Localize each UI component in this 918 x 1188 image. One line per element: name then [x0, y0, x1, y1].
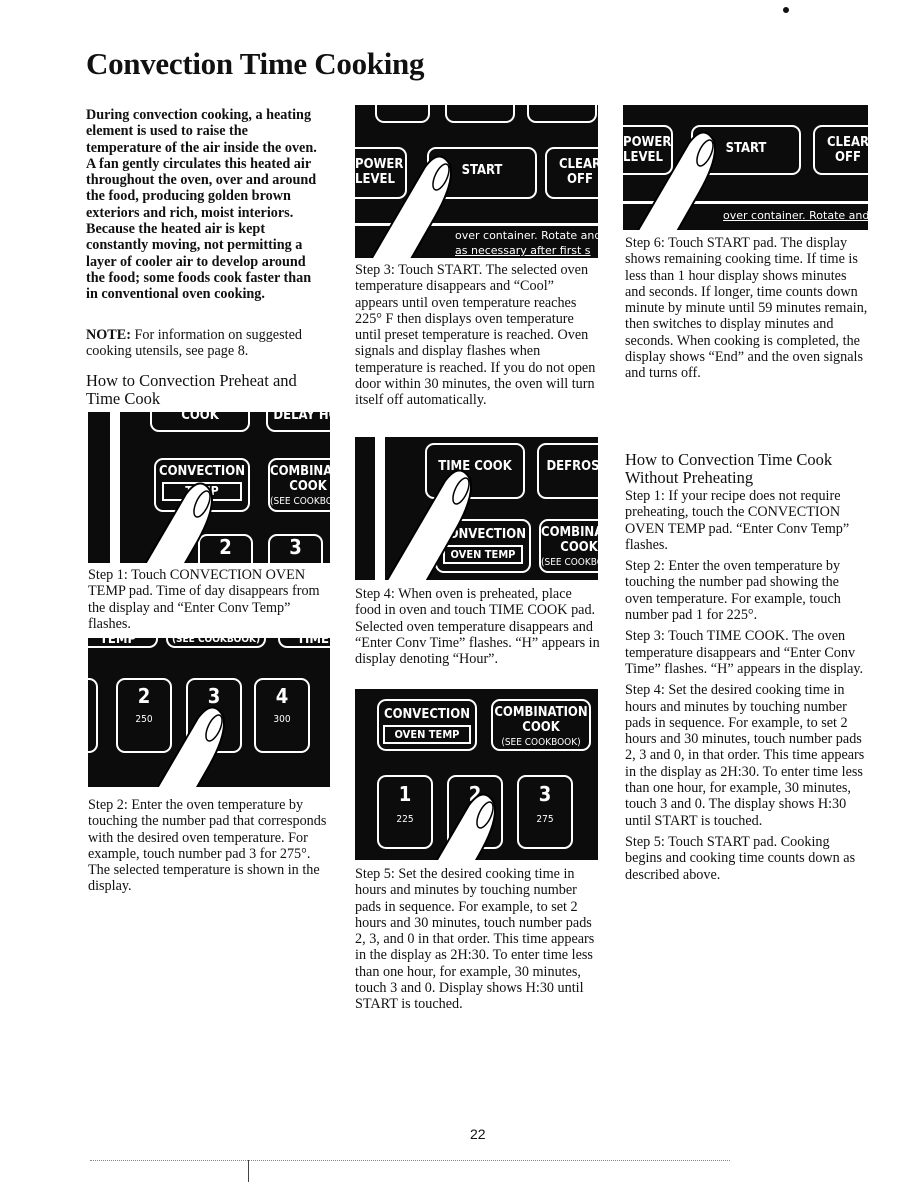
s2-step3: Step 3: Touch TIME COOK. The oven temper…: [625, 628, 864, 677]
finger-icon: [435, 793, 496, 860]
finger-icon: [386, 469, 472, 580]
page-number: 22: [470, 1126, 486, 1142]
s2-step4: Step 4: Set the desired cooking time in …: [625, 682, 865, 829]
illustration-number-pads: TEMP (SEE COOKBOOK) TIME 2250 3275 4300: [88, 638, 330, 787]
step2-text: Step 2: Enter the oven temperature by to…: [88, 797, 327, 895]
page-dot: [783, 7, 789, 13]
footer-tick: [248, 1160, 249, 1182]
s2-step1: Step 1: If your recipe does not require …: [625, 488, 850, 553]
illustration-start-pad-2: POWER LEVEL START CLEAR OFF over container…: [623, 105, 868, 230]
step3-text: Step 3: Touch START. The selected oven t…: [355, 262, 596, 409]
step4-text: Step 4: When oven is preheated, place fo…: [355, 586, 600, 668]
finger-icon: [144, 482, 213, 563]
s2-step2: Step 2: Enter the oven temperature by to…: [625, 558, 841, 624]
illustration-convection-pad: COOK DELAY HO CONVECTIONTEMP COMBINATION…: [88, 412, 330, 563]
illustration-time-number-pads: CONVECTION OVEN TEMP COMBINATION COOK (SEE …: [355, 689, 598, 860]
intro-paragraph: During convection cooking, a heating ele…: [86, 107, 317, 303]
footer-rule: [90, 1160, 730, 1161]
finger-icon: [156, 706, 225, 787]
illustration-start-pad: POWER LEVEL START CLEAR OFF over container…: [355, 105, 598, 258]
section2-steps: Step 1: If your recipe does not require …: [625, 488, 870, 883]
s2-step5: Step 5: Touch START pad. Cooking begins …: [625, 833, 856, 883]
illustration-time-cook-pad: TIME COOK DEFROST CONVECTIONOVEN TEMP CO…: [355, 437, 598, 580]
note-paragraph: NOTE: For information on suggested cooki…: [86, 327, 326, 360]
manual-page: Convection Time Cooking During convectio…: [0, 0, 918, 1188]
section1-heading: How to Convection Preheat and Time Cook: [86, 371, 297, 408]
step6-text: Step 6: Touch START pad. The display sho…: [625, 235, 868, 382]
finger-icon: [637, 131, 716, 230]
note-label: NOTE:: [86, 327, 131, 343]
section2-heading: How to Convection Time Cook Without Preh…: [625, 450, 833, 487]
step5-text: Step 5: Set the desired cooking time in …: [355, 866, 595, 1013]
page-title: Convection Time Cooking: [86, 46, 425, 81]
step1-text: Step 1: Touch CONVECTION OVEN TEMP pad. …: [88, 567, 320, 632]
finger-icon: [370, 155, 452, 258]
